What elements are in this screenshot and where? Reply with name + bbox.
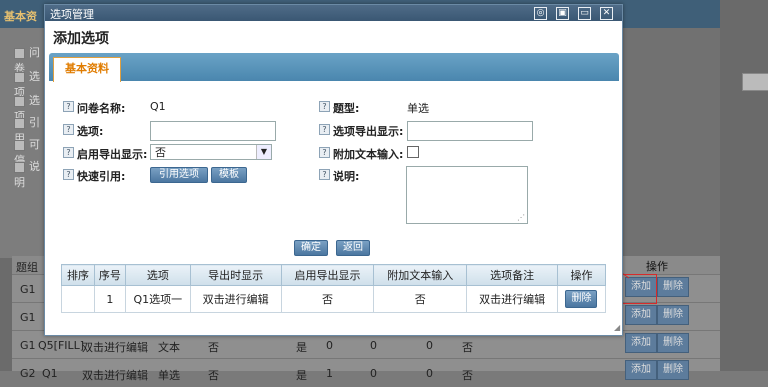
help-icon: ?: [63, 169, 74, 180]
help-icon: [14, 95, 25, 107]
column-header: 选项: [124, 264, 191, 286]
background-scroll-strip: [720, 0, 768, 371]
back-button[interactable]: 返回: [336, 240, 370, 256]
help-icon: [14, 47, 25, 59]
questionnaire-name-label: 问卷名称:: [77, 102, 126, 115]
option-dialog: 选项管理 ◎ ▣ ▭ ✕ 添加选项 基本资料 ? 问卷名称: Q1 ? 选项: …: [44, 4, 623, 336]
note-cell[interactable]: 双击进行编辑: [466, 285, 558, 313]
enable-export-label: 启用导出显示:: [77, 148, 148, 161]
background-sidebar: 问卷 选项 选项 引用 可停 说明: [0, 28, 44, 258]
column-header: 排序: [61, 264, 95, 286]
help-icon: [14, 117, 25, 129]
option-cell[interactable]: Q1选项一: [124, 285, 191, 313]
tab-basic-info[interactable]: 基本资料: [53, 57, 121, 82]
enable-export-cell[interactable]: 否: [280, 285, 375, 313]
help-icon: ?: [63, 147, 74, 158]
help-icon: ?: [319, 169, 330, 180]
background-add-button[interactable]: 添加: [625, 360, 657, 380]
option-label: 选项:: [77, 125, 104, 138]
background-side-row: 说明: [14, 160, 40, 189]
description-textarea[interactable]: ⋰: [406, 166, 528, 224]
enable-export-select[interactable]: 否 ▼: [150, 144, 272, 160]
help-icon: ?: [63, 124, 74, 135]
column-header: 启用导出显示: [280, 264, 375, 286]
background-add-button[interactable]: 添加: [625, 305, 657, 325]
help-icon: ?: [319, 124, 330, 135]
background-delete-button[interactable]: 删除: [657, 305, 689, 325]
sort-cell[interactable]: [61, 285, 95, 313]
background-op-header: 操作: [646, 260, 668, 273]
dialog-tabbar: 基本资料: [49, 53, 619, 82]
chevron-down-icon[interactable]: ▼: [256, 145, 271, 159]
background-delete-button[interactable]: 删除: [657, 277, 689, 297]
description-label: 说明:: [333, 170, 360, 183]
option-input[interactable]: [150, 121, 276, 141]
settings-icon[interactable]: ◎: [534, 7, 547, 20]
background-header-group: 题组: [16, 261, 38, 274]
help-icon: [14, 139, 25, 151]
option-export-input[interactable]: [407, 121, 533, 141]
background-add-button[interactable]: 添加: [625, 333, 657, 353]
background-title: 基本资: [4, 10, 37, 23]
column-header: 操作: [556, 264, 607, 286]
dialog-resize-grip-icon[interactable]: ◢: [614, 323, 620, 332]
resize-grip-icon[interactable]: ⋰: [517, 213, 525, 222]
action-cell: 删除: [556, 285, 607, 313]
table-row: G2 Q1 双击进行编辑 单选 否 是 1 0 0 否: [12, 358, 720, 387]
question-type-value: 单选: [407, 102, 429, 115]
extra-text-label: 附加文本输入:: [333, 148, 404, 161]
ref-option-button[interactable]: 引用选项: [150, 167, 208, 183]
confirm-button[interactable]: 确定: [294, 240, 328, 256]
options-table: 排序 序号 选项 导出时显示 启用导出显示 附加文本输入 选项备注 操作 1 Q…: [61, 264, 607, 313]
column-header: 附加文本输入: [373, 264, 468, 286]
close-icon[interactable]: ✕: [600, 7, 613, 20]
help-icon: [14, 71, 25, 83]
delete-button[interactable]: 删除: [565, 290, 598, 308]
dialog-titlebar: 选项管理 ◎ ▣ ▭ ✕: [45, 5, 622, 21]
template-button[interactable]: 模板: [211, 167, 247, 183]
index-cell: 1: [93, 285, 126, 313]
dialog-heading: 添加选项: [53, 31, 109, 47]
background-select[interactable]: [742, 73, 768, 91]
help-icon: [14, 161, 25, 173]
questionnaire-name-value: Q1: [150, 100, 166, 113]
extra-text-cell[interactable]: 否: [373, 285, 468, 313]
export-cell[interactable]: 双击进行编辑: [189, 285, 282, 313]
help-icon: ?: [319, 101, 330, 112]
enable-export-value: 否: [155, 146, 166, 159]
help-icon: ?: [63, 101, 74, 112]
option-export-label: 选项导出显示:: [333, 125, 404, 138]
background-delete-button[interactable]: 删除: [657, 333, 689, 353]
extra-text-checkbox[interactable]: [407, 146, 419, 158]
maximize-icon[interactable]: ▣: [556, 7, 569, 20]
column-header: 导出时显示: [189, 264, 282, 286]
table-row[interactable]: 1 Q1选项一 双击进行编辑 否 否 双击进行编辑 删除: [61, 285, 607, 313]
restore-icon[interactable]: ▭: [578, 7, 591, 20]
column-header: 选项备注: [466, 264, 558, 286]
column-header: 序号: [93, 264, 126, 286]
question-type-label: 题型:: [333, 102, 360, 115]
help-icon: ?: [319, 147, 330, 158]
options-table-header: 排序 序号 选项 导出时显示 启用导出显示 附加文本输入 选项备注 操作: [61, 264, 607, 286]
background-delete-button[interactable]: 删除: [657, 360, 689, 380]
quick-ref-label: 快速引用:: [77, 170, 126, 183]
dialog-window-title: 选项管理: [50, 8, 94, 21]
